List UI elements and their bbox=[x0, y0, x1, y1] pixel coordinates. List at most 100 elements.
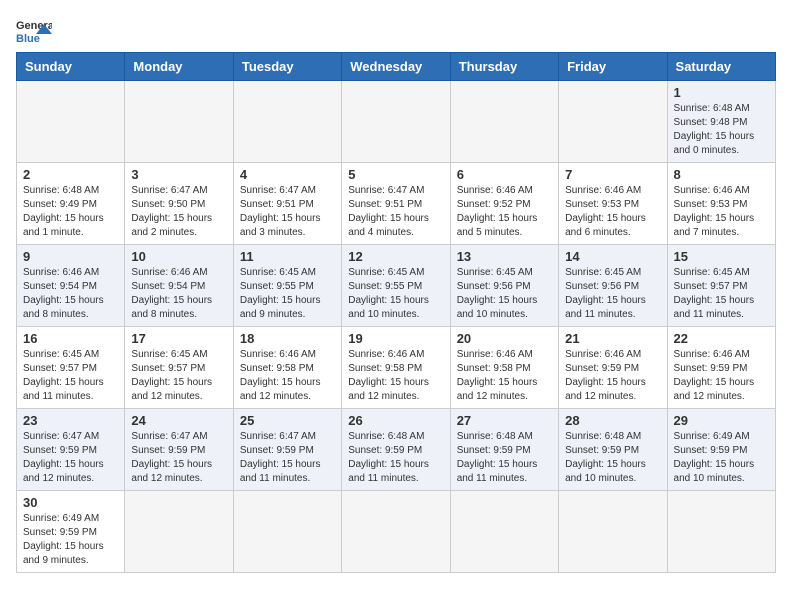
calendar-cell bbox=[17, 81, 125, 163]
calendar-cell bbox=[559, 81, 667, 163]
calendar-cell: 16 Sunrise: 6:45 AM Sunset: 9:57 PM Dayli… bbox=[17, 327, 125, 409]
day-number: 19 bbox=[348, 331, 443, 346]
calendar-cell bbox=[667, 491, 775, 573]
calendar-cell: 14Sunrise: 6:45 AM Sunset: 9:56 PM Dayli… bbox=[559, 245, 667, 327]
calendar-cell bbox=[450, 491, 558, 573]
day-info: Sunrise: 6:49 AM Sunset: 9:59 PM Dayligh… bbox=[23, 512, 118, 568]
calendar-cell: 7 Sunrise: 6:46 AM Sunset: 9:53 PM Daylig… bbox=[559, 163, 667, 245]
calendar-cell: 25 Sunrise: 6:47 AM Sunset: 9:59 PM Dayli… bbox=[233, 409, 341, 491]
calendar-header-saturday: Saturday bbox=[667, 53, 775, 81]
day-number: 21 bbox=[565, 331, 660, 346]
page-header: General Blue bbox=[16, 16, 776, 44]
day-number: 18 bbox=[240, 331, 335, 346]
logo: General Blue bbox=[16, 16, 52, 44]
day-info: Sunrise: 6:47 AM Sunset: 9:50 PM Dayligh… bbox=[131, 184, 226, 240]
day-info: Sunrise: 6:45 AM Sunset: 9:57 PM Dayligh… bbox=[674, 266, 769, 322]
calendar-header-monday: Monday bbox=[125, 53, 233, 81]
calendar-cell: 1 Sunrise: 6:48 AM Sunset: 9:48 PM Daylig… bbox=[667, 81, 775, 163]
calendar-cell: 24 Sunrise: 6:47 AM Sunset: 9:59 PM Dayli… bbox=[125, 409, 233, 491]
day-number: 17 bbox=[131, 331, 226, 346]
day-number: 22 bbox=[674, 331, 769, 346]
calendar-cell: 6 Sunrise: 6:46 AM Sunset: 9:52 PM Daylig… bbox=[450, 163, 558, 245]
calendar-header-thursday: Thursday bbox=[450, 53, 558, 81]
calendar-week-row: 16 Sunrise: 6:45 AM Sunset: 9:57 PM Dayli… bbox=[17, 327, 776, 409]
day-info: Sunrise: 6:48 AM Sunset: 9:59 PM Dayligh… bbox=[457, 430, 552, 486]
calendar-week-row: 1 Sunrise: 6:48 AM Sunset: 9:48 PM Daylig… bbox=[17, 81, 776, 163]
calendar-cell bbox=[125, 81, 233, 163]
calendar-cell bbox=[559, 491, 667, 573]
day-info: Sunrise: 6:46 AM Sunset: 9:53 PM Dayligh… bbox=[674, 184, 769, 240]
calendar-cell: 9Sunrise: 6:46 AM Sunset: 9:54 PM Daylig… bbox=[17, 245, 125, 327]
day-number: 26 bbox=[348, 413, 443, 428]
calendar-week-row: 23 Sunrise: 6:47 AM Sunset: 9:59 PM Dayli… bbox=[17, 409, 776, 491]
day-info: Sunrise: 6:47 AM Sunset: 9:51 PM Dayligh… bbox=[348, 184, 443, 240]
day-info: Sunrise: 6:47 AM Sunset: 9:51 PM Dayligh… bbox=[240, 184, 335, 240]
day-number: 24 bbox=[131, 413, 226, 428]
calendar-cell: 30Sunrise: 6:49 AM Sunset: 9:59 PM Dayli… bbox=[17, 491, 125, 573]
calendar-cell: 21Sunrise: 6:46 AM Sunset: 9:59 PM Dayli… bbox=[559, 327, 667, 409]
day-number: 12 bbox=[348, 249, 443, 264]
calendar-cell bbox=[125, 491, 233, 573]
day-number: 23 bbox=[23, 413, 118, 428]
day-info: Sunrise: 6:46 AM Sunset: 9:54 PM Dayligh… bbox=[131, 266, 226, 322]
calendar-cell: 11 Sunrise: 6:45 AM Sunset: 9:55 PM Dayli… bbox=[233, 245, 341, 327]
calendar-cell: 15 Sunrise: 6:45 AM Sunset: 9:57 PM Dayli… bbox=[667, 245, 775, 327]
day-number: 5 bbox=[348, 167, 443, 182]
calendar-header-friday: Friday bbox=[559, 53, 667, 81]
calendar-cell: 29 Sunrise: 6:49 AM Sunset: 9:59 PM Dayli… bbox=[667, 409, 775, 491]
calendar-cell bbox=[233, 491, 341, 573]
day-info: Sunrise: 6:45 AM Sunset: 9:57 PM Dayligh… bbox=[23, 348, 118, 404]
calendar-cell: 26 Sunrise: 6:48 AM Sunset: 9:59 PM Dayli… bbox=[342, 409, 450, 491]
calendar-header-tuesday: Tuesday bbox=[233, 53, 341, 81]
calendar-cell: 19Sunrise: 6:46 AM Sunset: 9:58 PM Dayli… bbox=[342, 327, 450, 409]
day-number: 13 bbox=[457, 249, 552, 264]
day-number: 11 bbox=[240, 249, 335, 264]
calendar-table: SundayMondayTuesdayWednesdayThursdayFrid… bbox=[16, 52, 776, 573]
day-info: Sunrise: 6:46 AM Sunset: 9:52 PM Dayligh… bbox=[457, 184, 552, 240]
calendar-cell: 4 Sunrise: 6:47 AM Sunset: 9:51 PM Daylig… bbox=[233, 163, 341, 245]
day-number: 7 bbox=[565, 167, 660, 182]
day-info: Sunrise: 6:46 AM Sunset: 9:58 PM Dayligh… bbox=[240, 348, 335, 404]
day-number: 27 bbox=[457, 413, 552, 428]
day-number: 25 bbox=[240, 413, 335, 428]
day-number: 20 bbox=[457, 331, 552, 346]
day-number: 4 bbox=[240, 167, 335, 182]
day-info: Sunrise: 6:48 AM Sunset: 9:59 PM Dayligh… bbox=[348, 430, 443, 486]
day-info: Sunrise: 6:45 AM Sunset: 9:55 PM Dayligh… bbox=[240, 266, 335, 322]
day-info: Sunrise: 6:45 AM Sunset: 9:57 PM Dayligh… bbox=[131, 348, 226, 404]
calendar-cell: 8 Sunrise: 6:46 AM Sunset: 9:53 PM Daylig… bbox=[667, 163, 775, 245]
day-info: Sunrise: 6:46 AM Sunset: 9:58 PM Dayligh… bbox=[457, 348, 552, 404]
calendar-cell: 12Sunrise: 6:45 AM Sunset: 9:55 PM Dayli… bbox=[342, 245, 450, 327]
calendar-week-row: 2Sunrise: 6:48 AM Sunset: 9:49 PM Daylig… bbox=[17, 163, 776, 245]
day-info: Sunrise: 6:45 AM Sunset: 9:56 PM Dayligh… bbox=[457, 266, 552, 322]
day-info: Sunrise: 6:47 AM Sunset: 9:59 PM Dayligh… bbox=[131, 430, 226, 486]
calendar-cell: 27 Sunrise: 6:48 AM Sunset: 9:59 PM Dayli… bbox=[450, 409, 558, 491]
calendar-cell: 18 Sunrise: 6:46 AM Sunset: 9:58 PM Dayli… bbox=[233, 327, 341, 409]
calendar-cell: 10 Sunrise: 6:46 AM Sunset: 9:54 PM Dayli… bbox=[125, 245, 233, 327]
day-info: Sunrise: 6:47 AM Sunset: 9:59 PM Dayligh… bbox=[240, 430, 335, 486]
day-number: 1 bbox=[674, 85, 769, 100]
calendar-cell bbox=[342, 81, 450, 163]
day-number: 14 bbox=[565, 249, 660, 264]
calendar-cell: 22 Sunrise: 6:46 AM Sunset: 9:59 PM Dayli… bbox=[667, 327, 775, 409]
day-number: 15 bbox=[674, 249, 769, 264]
day-info: Sunrise: 6:49 AM Sunset: 9:59 PM Dayligh… bbox=[674, 430, 769, 486]
calendar-cell bbox=[233, 81, 341, 163]
day-number: 10 bbox=[131, 249, 226, 264]
day-info: Sunrise: 6:48 AM Sunset: 9:48 PM Dayligh… bbox=[674, 102, 769, 158]
calendar-cell: 5 Sunrise: 6:47 AM Sunset: 9:51 PM Daylig… bbox=[342, 163, 450, 245]
calendar-cell: 28Sunrise: 6:48 AM Sunset: 9:59 PM Dayli… bbox=[559, 409, 667, 491]
day-info: Sunrise: 6:46 AM Sunset: 9:53 PM Dayligh… bbox=[565, 184, 660, 240]
calendar-cell: 3 Sunrise: 6:47 AM Sunset: 9:50 PM Daylig… bbox=[125, 163, 233, 245]
day-info: Sunrise: 6:46 AM Sunset: 9:59 PM Dayligh… bbox=[674, 348, 769, 404]
calendar-cell: 20 Sunrise: 6:46 AM Sunset: 9:58 PM Dayli… bbox=[450, 327, 558, 409]
day-number: 3 bbox=[131, 167, 226, 182]
day-number: 16 bbox=[23, 331, 118, 346]
day-number: 6 bbox=[457, 167, 552, 182]
calendar-cell bbox=[450, 81, 558, 163]
day-number: 8 bbox=[674, 167, 769, 182]
day-number: 2 bbox=[23, 167, 118, 182]
day-number: 29 bbox=[674, 413, 769, 428]
logo-icon: General Blue bbox=[16, 16, 52, 44]
calendar-header-sunday: Sunday bbox=[17, 53, 125, 81]
